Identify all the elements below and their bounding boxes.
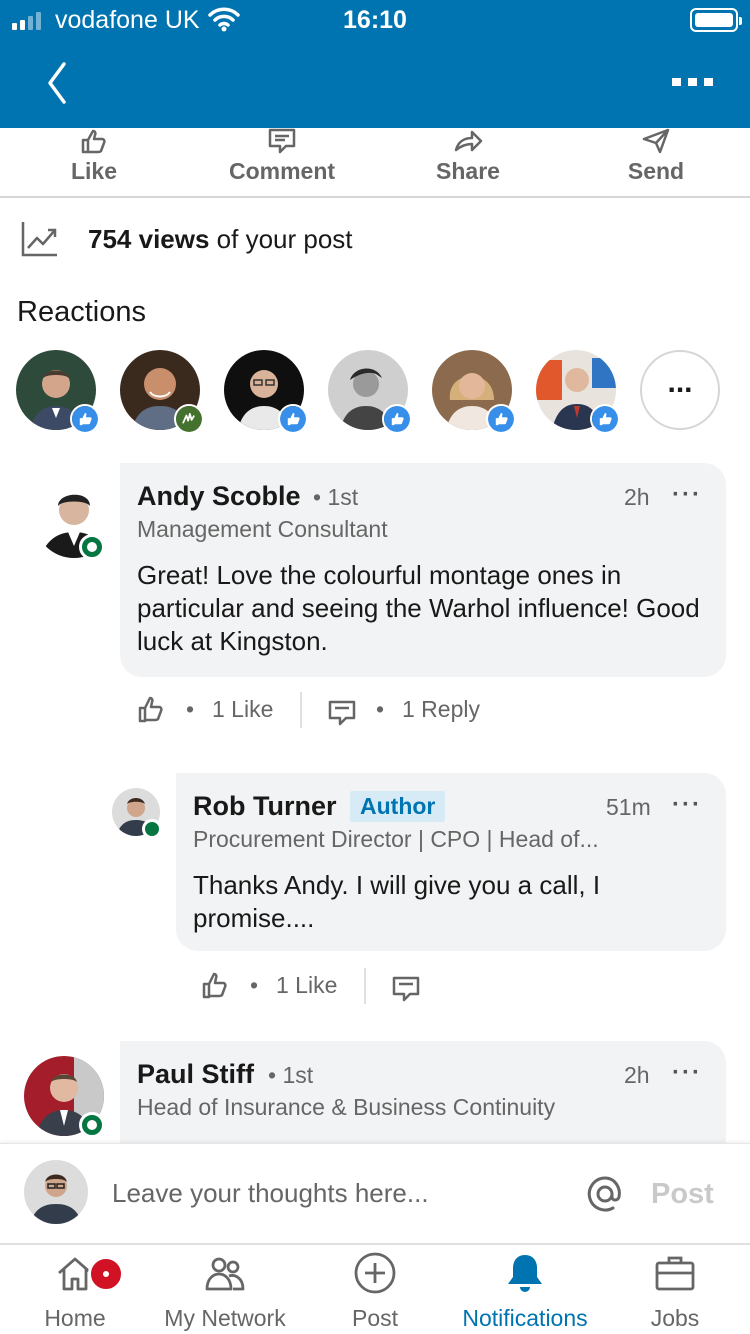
like-thumb-icon[interactable] [200, 970, 230, 1000]
like-label: Like [70, 158, 118, 184]
comment-icon [268, 128, 296, 154]
notification-badge [88, 1256, 124, 1292]
tab-post[interactable]: Post [300, 1251, 450, 1334]
like-reaction-icon [382, 404, 412, 434]
send-label: Send [627, 158, 685, 184]
reply-comment-icon[interactable] [391, 974, 421, 1004]
back-chevron-icon[interactable] [40, 60, 74, 106]
reactions-list: ... [16, 350, 736, 434]
at-mention-icon[interactable] [585, 1174, 625, 1214]
reactor-avatar[interactable] [328, 350, 412, 434]
online-status-indicator [142, 819, 162, 839]
comment-time: 2h [624, 484, 650, 510]
send-button[interactable]: Send [576, 128, 736, 196]
comment-bubble: Paul Stiff • 1st 2h ··· Head of Insuranc… [120, 1041, 726, 1143]
more-reactions-button[interactable]: ... [640, 350, 720, 430]
reactor-avatar[interactable] [16, 350, 100, 434]
views-suffix: of your post [209, 224, 353, 254]
plus-circle-icon [354, 1252, 396, 1294]
post-views[interactable]: 754 views of your post [20, 218, 720, 262]
online-status-indicator [79, 1112, 105, 1138]
tab-jobs[interactable]: Jobs [600, 1251, 750, 1334]
dot-separator: • [376, 696, 385, 722]
action-divider [364, 968, 366, 1004]
like-reaction-icon [278, 404, 308, 434]
comment-more-button[interactable]: ··· [672, 1059, 702, 1087]
share-arrow-icon [454, 130, 483, 152]
commenter-headline: Head of Insurance & Business Continuity [137, 1094, 556, 1120]
reactor-avatar[interactable] [224, 350, 308, 434]
like-count[interactable]: 1 Like [212, 696, 273, 723]
celebrate-reaction-icon [174, 404, 204, 434]
commenter-name[interactable]: Paul Stiff [137, 1059, 254, 1090]
briefcase-icon [655, 1256, 695, 1291]
network-icon [205, 1257, 245, 1291]
comment-label: Comment [228, 158, 336, 184]
reactions-heading: Reactions [17, 296, 146, 328]
reply-comment-icon[interactable] [327, 698, 357, 728]
connection-degree: • 1st [268, 1062, 314, 1088]
tab-label: Post [351, 1305, 399, 1331]
comment-text: Great! Love the colourful montage ones i… [137, 560, 700, 656]
comment-text: Thanks Andy. I will give you a call, I p… [193, 870, 601, 933]
reactor-avatar[interactable] [432, 350, 516, 434]
tab-label: My Network [164, 1305, 286, 1331]
connection-degree: • 1st [313, 484, 359, 510]
commenter-name[interactable]: Rob Turner [193, 791, 337, 822]
send-icon [642, 128, 670, 154]
share-button[interactable]: Share [388, 128, 548, 196]
post-comment-button[interactable]: Post [651, 1178, 714, 1211]
trending-chart-icon [21, 222, 57, 257]
like-button[interactable]: Like [14, 128, 174, 196]
thumbs-up-icon [81, 129, 106, 154]
like-count[interactable]: 1 Like [276, 972, 337, 999]
online-status-indicator [79, 534, 105, 560]
comment-more-button[interactable]: ··· [672, 481, 702, 509]
more-options-icon[interactable] [670, 70, 716, 94]
comment-input[interactable] [112, 1178, 552, 1209]
commenter-headline: Procurement Director | CPO | Head of... [193, 826, 599, 852]
comment-composer: Post [0, 1143, 750, 1243]
like-reaction-icon [486, 404, 516, 434]
tab-my-network[interactable]: My Network [150, 1251, 300, 1334]
comment-time: 2h [624, 1062, 650, 1088]
views-count: 754 views [88, 224, 210, 254]
comment-actions: • 1 Like • 1 Reply [136, 692, 536, 732]
tab-label: Jobs [650, 1305, 700, 1331]
bell-icon [508, 1255, 542, 1292]
status-bar: vodafone UK 16:10 [0, 0, 750, 40]
comment-bubble: Andy Scoble • 1st 2h ··· Management Cons… [120, 463, 726, 677]
reply-bubble: Rob Turner Author 51m ··· Procurement Di… [176, 773, 726, 951]
tab-label: Notifications [462, 1305, 588, 1331]
comment-button[interactable]: Comment [202, 128, 362, 196]
like-reaction-icon [70, 404, 100, 434]
app-header: vodafone UK 16:10 [0, 0, 750, 128]
action-divider [300, 692, 302, 728]
commenter-headline: Management Consultant [137, 516, 388, 542]
like-reaction-icon [590, 404, 620, 434]
battery-icon [690, 8, 742, 32]
social-action-bar: Like Comment Share Send [0, 128, 750, 198]
reply-count[interactable]: 1 Reply [402, 696, 480, 723]
author-badge: Author [350, 791, 446, 822]
tab-home[interactable]: Home [0, 1251, 150, 1334]
like-thumb-icon[interactable] [136, 694, 166, 724]
reactor-avatar[interactable] [120, 350, 204, 434]
comment-time: 51m [606, 794, 651, 820]
bottom-tab-bar: Home My Network Post Notifications Jobs [0, 1243, 750, 1334]
dot-separator: • [250, 972, 259, 998]
comment-more-button[interactable]: ··· [672, 791, 702, 819]
status-time: 16:10 [343, 6, 407, 34]
tab-notifications[interactable]: Notifications [450, 1251, 600, 1334]
views-text: 754 views of your post [88, 224, 353, 255]
dot-separator: • [186, 696, 195, 722]
comment-actions: • 1 Like [200, 968, 500, 1008]
commenter-name[interactable]: Andy Scoble [137, 481, 301, 512]
current-user-avatar [24, 1160, 88, 1224]
reactor-avatar[interactable] [536, 350, 620, 434]
share-label: Share [436, 158, 500, 184]
tab-label: Home [44, 1305, 106, 1331]
